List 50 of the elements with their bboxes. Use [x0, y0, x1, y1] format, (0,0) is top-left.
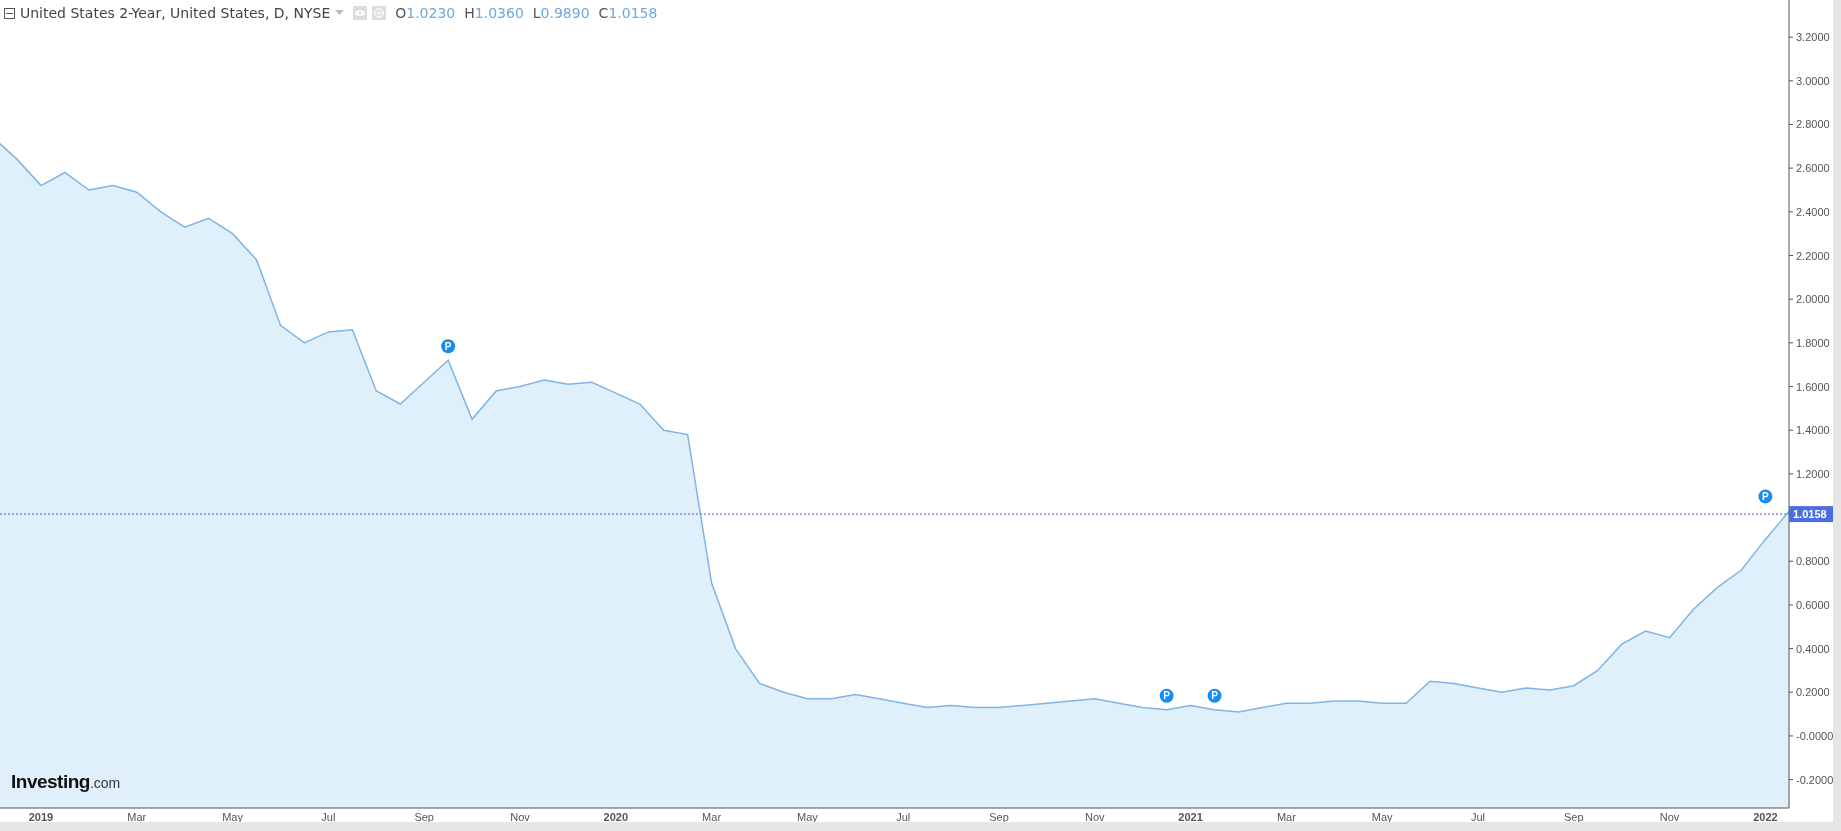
- caret-icon[interactable]: [335, 10, 345, 16]
- ohlc-value: 1.0230: [406, 5, 456, 21]
- y-axis-label: -0.0000: [1796, 729, 1833, 742]
- x-axis-label: Jul: [1470, 811, 1486, 822]
- x-axis-label: Nov: [1659, 811, 1680, 822]
- y-axis-label: 2.6000: [1796, 162, 1830, 175]
- ohlc-value: 0.9890: [540, 5, 590, 21]
- y-axis-label: 2.2000: [1796, 249, 1830, 262]
- settings-icon[interactable]: [372, 6, 387, 20]
- x-axis-label: Jul: [321, 811, 336, 822]
- ohlc-label: H: [464, 5, 475, 21]
- y-axis-label: 2.8000: [1796, 118, 1830, 131]
- chart-title: United States 2-Year, United States, D, NYSE: [20, 5, 331, 21]
- x-axis-label: 2020: [603, 811, 629, 822]
- y-axis-label: -0.2000: [1796, 773, 1833, 786]
- eye-icon[interactable]: [353, 6, 368, 20]
- ohlc-label: C: [598, 5, 609, 21]
- y-axis-label: 3.2000: [1796, 31, 1830, 44]
- event-marker[interactable]: P: [1758, 489, 1773, 504]
- x-axis-label: 2022: [1753, 811, 1778, 822]
- y-axis-label: 1.6000: [1796, 380, 1830, 393]
- ohlc-value: 1.0158: [608, 5, 658, 21]
- x-axis-label: Nov: [510, 811, 530, 822]
- y-axis-label: 0.8000: [1796, 555, 1830, 568]
- y-axis-label: 1.4000: [1796, 424, 1830, 437]
- y-axis-label: 0.4000: [1796, 642, 1830, 655]
- ohlc-value: 1.0360: [474, 5, 524, 21]
- x-axis-label: 2021: [1178, 811, 1203, 822]
- y-axis-label: 1.8000: [1796, 336, 1830, 349]
- logo: Investing.com: [11, 771, 121, 793]
- event-marker[interactable]: P: [441, 339, 456, 354]
- x-axis-label: Mar: [127, 811, 147, 822]
- y-axis-label: 0.6000: [1796, 598, 1830, 611]
- event-marker[interactable]: P: [1207, 688, 1222, 703]
- y-axis-label: 2.4000: [1796, 205, 1830, 218]
- ref-line-label: 1.0158: [1793, 508, 1827, 521]
- x-axis-label: Nov: [1085, 811, 1105, 822]
- last-price-badge: 1.0158: [1789, 506, 1833, 523]
- x-axis-label: Jul: [896, 811, 911, 822]
- collapse-icon[interactable]: [4, 7, 15, 19]
- ohlc-label: L: [532, 5, 541, 21]
- x-axis-label: Mar: [1276, 811, 1296, 822]
- y-axis-label: 0.2000: [1796, 686, 1830, 699]
- y-axis-label: 2.0000: [1796, 293, 1830, 306]
- x-axis-label: Mar: [702, 811, 722, 822]
- x-axis-label: 2019: [28, 811, 54, 822]
- ohlc-label: O: [395, 5, 407, 21]
- y-axis-label: 1.2000: [1796, 467, 1830, 480]
- event-marker[interactable]: P: [1159, 688, 1174, 703]
- y-axis-label: 3.0000: [1796, 74, 1830, 87]
